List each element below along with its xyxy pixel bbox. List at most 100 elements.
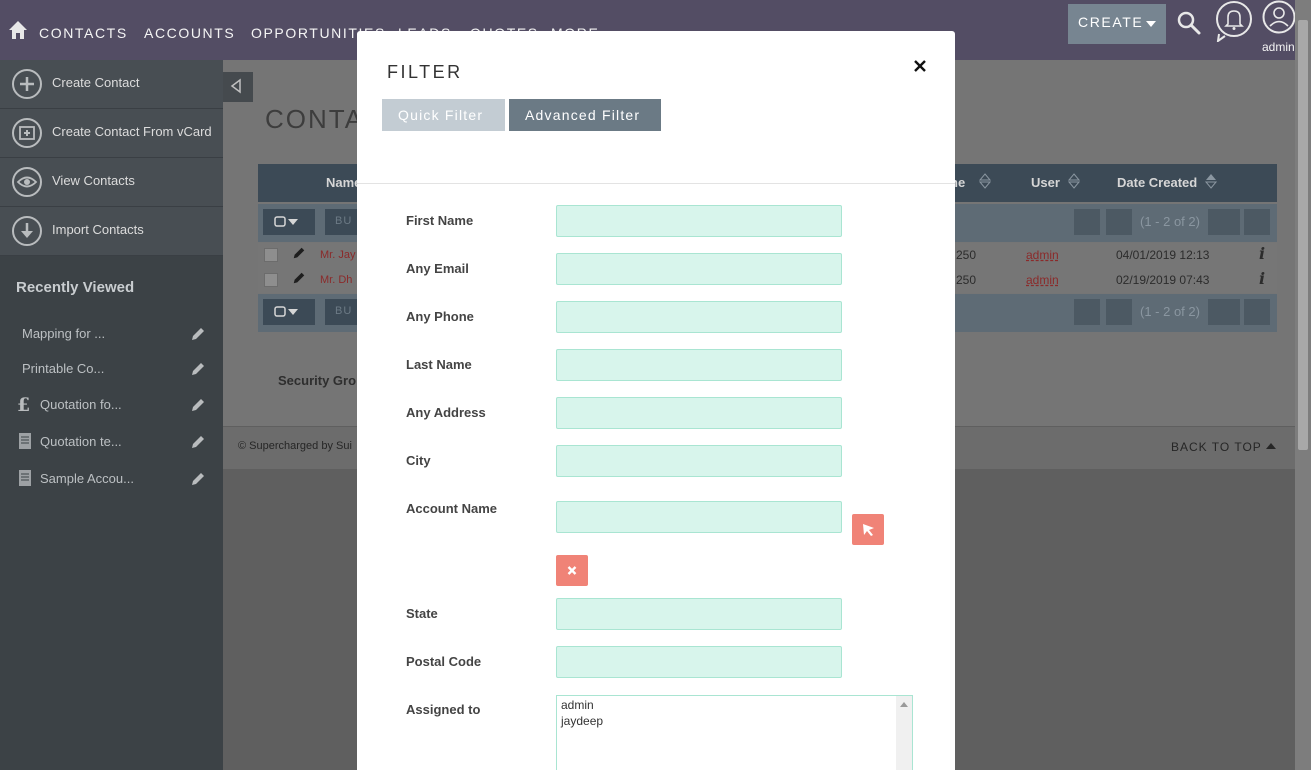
assigned-option-admin[interactable]: admin bbox=[561, 698, 594, 712]
sidebar-action-label: Import Contacts bbox=[52, 222, 144, 237]
state-label: State bbox=[406, 606, 438, 621]
pager-prev-button[interactable] bbox=[1106, 299, 1132, 325]
download-icon bbox=[12, 216, 42, 246]
row-name[interactable]: Mr. Dh bbox=[320, 274, 352, 286]
chevron-up-icon[interactable] bbox=[900, 702, 908, 707]
sidebar-action-create-from-vcard[interactable]: Create Contact From vCard bbox=[0, 109, 223, 158]
sidebar-action-label: Create Contact From vCard bbox=[52, 124, 212, 139]
column-header-user[interactable]: User bbox=[1031, 175, 1060, 190]
account-name-input[interactable] bbox=[556, 501, 842, 533]
pencil-icon[interactable] bbox=[190, 434, 206, 450]
tab-quick-filter[interactable]: Quick Filter bbox=[382, 99, 505, 131]
city-label: City bbox=[406, 453, 431, 468]
recent-item[interactable]: Sample Accou... bbox=[0, 463, 223, 493]
recent-item-label: Quotation fo... bbox=[40, 397, 122, 412]
info-icon[interactable]: i bbox=[1259, 269, 1265, 288]
column-header-date-created[interactable]: Date Created bbox=[1117, 175, 1197, 190]
modal-title: FILTER bbox=[387, 62, 463, 82]
recently-viewed-title: Recently Viewed bbox=[16, 279, 135, 296]
pager-first-button[interactable] bbox=[1074, 299, 1100, 325]
recent-item-label: Quotation te... bbox=[40, 434, 122, 449]
pencil-icon[interactable] bbox=[190, 471, 206, 487]
back-to-top-link[interactable]: BACK TO TOP bbox=[1171, 440, 1276, 454]
page-title: CONTA bbox=[265, 104, 365, 134]
recent-item[interactable]: Printable Co... bbox=[0, 353, 223, 383]
select-all-dropdown[interactable] bbox=[263, 209, 315, 235]
pager-last-button[interactable] bbox=[1244, 299, 1270, 325]
create-button[interactable]: CREATE bbox=[1068, 4, 1166, 44]
pager-prev-button[interactable] bbox=[1106, 209, 1132, 235]
create-button-label: CREATE bbox=[1078, 14, 1144, 30]
row-date: 04/01/2019 12:13 bbox=[1116, 248, 1210, 262]
account-name-label: Account Name bbox=[406, 501, 498, 516]
back-to-top-label: BACK TO TOP bbox=[1171, 440, 1262, 454]
pager-last-button[interactable] bbox=[1244, 209, 1270, 235]
select-all-dropdown[interactable] bbox=[263, 299, 315, 325]
sidebar-action-view-contacts[interactable]: View Contacts bbox=[0, 158, 223, 207]
sort-icon[interactable] bbox=[1205, 173, 1217, 189]
select-account-button[interactable] bbox=[852, 514, 884, 545]
tab-advanced-filter[interactable]: Advanced Filter bbox=[509, 99, 661, 131]
pencil-icon[interactable] bbox=[190, 397, 206, 413]
pencil-icon[interactable] bbox=[190, 326, 206, 342]
recent-item[interactable]: Mapping for ... bbox=[0, 318, 223, 348]
multiselect-scrollbar[interactable] bbox=[896, 696, 912, 770]
nav-item-accounts[interactable]: ACCOUNTS bbox=[144, 25, 235, 41]
any-email-input[interactable] bbox=[556, 253, 842, 285]
assigned-option-jaydeep[interactable]: jaydeep bbox=[561, 714, 603, 728]
pager-next-button[interactable] bbox=[1208, 299, 1240, 325]
recent-item[interactable]: £ Quotation fo... bbox=[0, 389, 223, 419]
first-name-label: First Name bbox=[406, 213, 474, 228]
security-groups-label: Security Gro bbox=[278, 373, 357, 388]
search-icon[interactable] bbox=[1176, 10, 1202, 36]
footer-text[interactable]: © Supercharged by Sui bbox=[238, 440, 352, 452]
modal-divider bbox=[357, 183, 955, 184]
any-address-label: Any Address bbox=[406, 405, 486, 420]
pencil-icon[interactable] bbox=[190, 361, 206, 377]
clear-account-button[interactable] bbox=[556, 555, 588, 586]
nav-item-contacts[interactable]: CONTACTS bbox=[39, 25, 128, 41]
row-checkbox[interactable] bbox=[264, 273, 278, 287]
filter-modal: FILTER Quick Filter Advanced Filter Firs… bbox=[357, 31, 955, 770]
page-scrollbar-thumb[interactable] bbox=[1298, 20, 1308, 450]
info-icon[interactable]: i bbox=[1259, 244, 1265, 263]
recent-item[interactable]: Quotation te... bbox=[0, 426, 223, 456]
pencil-icon[interactable] bbox=[292, 246, 306, 260]
checkbox-dropdown-icon bbox=[274, 306, 298, 317]
row-user[interactable]: admin bbox=[1026, 248, 1059, 262]
city-input[interactable] bbox=[556, 445, 842, 477]
assigned-to-multiselect[interactable]: admin jaydeep bbox=[556, 695, 913, 770]
home-icon[interactable] bbox=[8, 20, 28, 40]
sidebar-action-import-contacts[interactable]: Import Contacts bbox=[0, 207, 223, 256]
row-name[interactable]: Mr. Jay bbox=[320, 249, 355, 261]
recent-item-label: Mapping for ... bbox=[22, 326, 106, 341]
cursor-arrow-icon bbox=[863, 524, 874, 536]
postal-code-input[interactable] bbox=[556, 646, 842, 678]
row-checkbox[interactable] bbox=[264, 248, 278, 262]
sort-icon[interactable] bbox=[979, 173, 991, 189]
pager-next-button[interactable] bbox=[1208, 209, 1240, 235]
recent-item-label: Printable Co... bbox=[22, 361, 105, 376]
recent-item-label: Sample Accou... bbox=[40, 471, 134, 486]
collapse-sidebar-button[interactable] bbox=[223, 72, 253, 102]
row-user[interactable]: admin bbox=[1026, 273, 1059, 287]
first-name-input[interactable] bbox=[556, 205, 842, 237]
row-phone: 250 bbox=[956, 273, 977, 287]
chevron-left-icon bbox=[230, 78, 241, 94]
sort-icon[interactable] bbox=[1068, 173, 1080, 189]
sidebar-action-create-contact[interactable]: Create Contact bbox=[0, 60, 223, 109]
bulk-action-label: BU bbox=[335, 305, 353, 317]
pager-first-button[interactable] bbox=[1074, 209, 1100, 235]
user-icon[interactable] bbox=[1262, 0, 1296, 34]
bell-icon[interactable] bbox=[1214, 0, 1254, 42]
eye-icon bbox=[12, 167, 42, 197]
pencil-icon[interactable] bbox=[292, 271, 306, 285]
user-name[interactable]: admin bbox=[1262, 40, 1295, 54]
state-input[interactable] bbox=[556, 598, 842, 630]
any-phone-input[interactable] bbox=[556, 301, 842, 333]
any-address-input[interactable] bbox=[556, 397, 842, 429]
last-name-input[interactable] bbox=[556, 349, 842, 381]
close-icon[interactable] bbox=[909, 55, 931, 77]
row-date: 02/19/2019 07:43 bbox=[1116, 273, 1210, 287]
chevron-down-icon bbox=[1146, 21, 1156, 27]
